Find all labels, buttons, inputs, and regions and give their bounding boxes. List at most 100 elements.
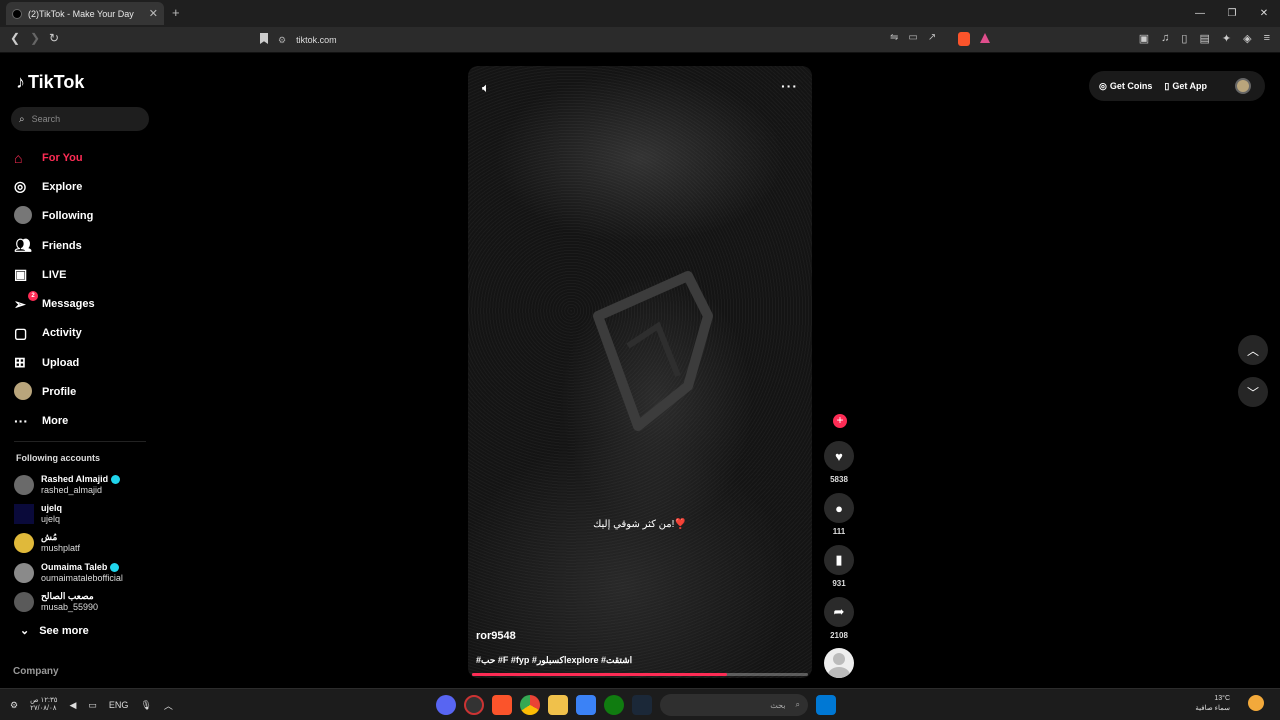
cast-icon[interactable]: ▭ [908, 32, 917, 43]
share-button[interactable]: ➦ 2108 [822, 597, 856, 640]
chrome-icon[interactable] [520, 695, 540, 715]
like-button[interactable]: ♥ 5838 [822, 441, 856, 484]
media-icon[interactable]: ♫ [1161, 32, 1169, 45]
nav-for-you[interactable]: ⌂ For You [14, 143, 154, 172]
nav-activity[interactable]: ▢ Activity [14, 319, 154, 348]
get-coins-button[interactable]: ◎ Get Coins [1099, 81, 1152, 92]
volume-tray-icon[interactable]: ◀︎ [69, 700, 76, 711]
nav-messages[interactable]: ➢ 2 Messages [14, 289, 154, 318]
nav-following[interactable]: Following [14, 202, 154, 231]
video-progress-bar[interactable] [472, 673, 808, 676]
account-username: oumaimatalebofficial [41, 572, 123, 583]
weather-temp: 13°C [1214, 695, 1230, 702]
nav-upload[interactable]: ⊞ Upload [14, 348, 154, 377]
see-more-button[interactable]: ⌄ See more [20, 624, 89, 638]
windows-start-icon[interactable] [816, 695, 836, 715]
maximize-button[interactable]: ❐ [1216, 0, 1248, 27]
wallet-icon[interactable]: ▤ [1199, 32, 1209, 45]
clock[interactable]: ١٢:٣٥ ص ٢٧/٠٨/٠٨ [30, 697, 57, 713]
reload-icon[interactable]: ↻ [49, 31, 59, 45]
site-info-icon[interactable]: ⚙ [278, 35, 286, 46]
company-link[interactable]: Company [13, 666, 59, 677]
nav-profile[interactable]: Profile [14, 377, 154, 406]
weather-sun-icon [1248, 695, 1264, 711]
comment-button[interactable]: ● 111 [822, 493, 856, 536]
share-icon[interactable]: ↗ [928, 32, 936, 43]
translate-icon[interactable]: ⇋ [890, 32, 898, 43]
tiktok-logo[interactable]: ♪ TikTok [16, 72, 84, 93]
xbox-icon[interactable] [604, 695, 624, 715]
sand-heart-drawing [593, 271, 713, 431]
weather-widget[interactable]: 13°C سماء صافية [1195, 694, 1230, 714]
taskbar-apps: بحث ⌕ [436, 694, 836, 716]
following-accounts-list: Rashed Almajid rashed_almajid ujelq ujel… [14, 470, 154, 616]
discord-icon[interactable] [436, 695, 456, 715]
settings-icon[interactable]: ⚙ [10, 700, 18, 711]
chevron-down-icon: ⌄ [20, 625, 30, 637]
nav-explore[interactable]: ◎ Explore [14, 172, 154, 201]
browser-tab-bar: (2)TikTok - Make Your Day ✕ + — ❐ ✕ [0, 0, 1280, 27]
back-icon[interactable]: ❮ [10, 31, 20, 45]
brave-app-icon[interactable] [492, 695, 512, 715]
screenshot-icon[interactable]: ▣ [1139, 32, 1149, 45]
tab-title: (2)TikTok - Make Your Day [28, 8, 134, 19]
menu-icon[interactable]: ≡ [1264, 32, 1270, 45]
video-hashtags[interactable]: #حب #F #fyp #اكسبلورexplore #اشتقت [476, 655, 632, 666]
avatar [14, 533, 34, 554]
new-tab-button[interactable]: + [172, 5, 180, 20]
address-bar: ❮ ❯ ↻ ⚙ tiktok.com ⇋ ▭ ↗ ▣ ♫ ▯ ▤ ✦ ◈ ≡ [0, 27, 1280, 53]
taskbar-search[interactable]: بحث ⌕ [660, 694, 808, 716]
main-nav: ⌂ For You ◎ Explore Following 👥︎ Friends… [14, 143, 154, 436]
volume-icon[interactable]: 🔈︎ [482, 80, 490, 96]
nav-live[interactable]: ▣ LIVE [14, 260, 154, 289]
user-avatar[interactable] [1235, 78, 1251, 94]
tray-expand-icon[interactable]: ︿ [164, 699, 173, 712]
tab-close-icon[interactable]: ✕ [149, 7, 158, 20]
top-right-actions: ◎ Get Coins ▯ Get App [1089, 71, 1265, 101]
system-tray: ⚙ ١٢:٣٥ ص ٢٧/٠٨/٠٨ ◀︎ ▭ ENG 🎙︎ ︿ [10, 697, 173, 713]
obs-icon[interactable] [464, 695, 484, 715]
account-username: rashed_almajid [41, 484, 103, 495]
forward-icon[interactable]: ❯ [30, 31, 40, 45]
browser-tab[interactable]: (2)TikTok - Make Your Day ✕ [6, 2, 164, 25]
avatar [14, 474, 34, 495]
video-player[interactable]: 🔈︎ ··· من كثر شوقي إليك!❣️ ror9548 #حب #… [468, 66, 812, 678]
microphone-icon[interactable]: 🎙︎ [140, 700, 151, 711]
steam-icon[interactable] [632, 695, 652, 715]
heart-icon: ♥ [824, 441, 854, 471]
bookmark-icon[interactable] [260, 33, 268, 44]
brave-shields-icon[interactable] [958, 32, 970, 46]
nav-friends[interactable]: 👥︎ Friends [14, 231, 154, 260]
get-app-button[interactable]: ▯ Get App [1164, 81, 1207, 92]
account-item[interactable]: ujelq ujelq [14, 499, 154, 528]
more-options-icon[interactable]: ··· [781, 78, 798, 94]
account-item[interactable]: مصعب الصالح musab_55990 [14, 587, 154, 616]
window-controls: — ❐ ✕ [1184, 0, 1280, 27]
sidebar-icon[interactable]: ▯ [1181, 32, 1187, 45]
leo-ai-icon[interactable]: ✦ [1222, 32, 1231, 45]
save-button[interactable]: ▮ 931 [822, 545, 856, 588]
search-input[interactable]: ⌕ Search [11, 107, 149, 131]
coin-icon: ◎ [1099, 80, 1107, 91]
file-explorer-icon[interactable] [548, 695, 568, 715]
more-icon: ··· [14, 413, 28, 430]
store-icon[interactable] [576, 695, 596, 715]
follow-plus-icon[interactable]: + [833, 414, 847, 428]
previous-video-button[interactable]: ︿ [1238, 335, 1268, 365]
video-author[interactable]: ror9548 [476, 630, 516, 642]
phone-icon: ▯ [1164, 80, 1170, 91]
nav-more[interactable]: ··· More [14, 407, 154, 436]
account-item[interactable]: مُش mushplatf [14, 529, 154, 558]
account-item[interactable]: Oumaima Taleb oumaimatalebofficial [14, 558, 154, 587]
minimize-button[interactable]: — [1184, 0, 1216, 27]
like-count: 5838 [830, 475, 848, 484]
vpn-icon[interactable]: ◈ [1243, 32, 1251, 45]
creator-avatar[interactable] [824, 648, 854, 678]
brave-rewards-icon[interactable] [980, 33, 990, 43]
next-video-button[interactable]: ﹀ [1238, 377, 1268, 407]
tiktok-note-icon: ♪ [16, 72, 25, 92]
language-indicator[interactable]: ENG [109, 700, 129, 710]
account-item[interactable]: Rashed Almajid rashed_almajid [14, 470, 154, 499]
close-window-button[interactable]: ✕ [1248, 0, 1280, 27]
network-icon[interactable]: ▭ [88, 700, 97, 711]
